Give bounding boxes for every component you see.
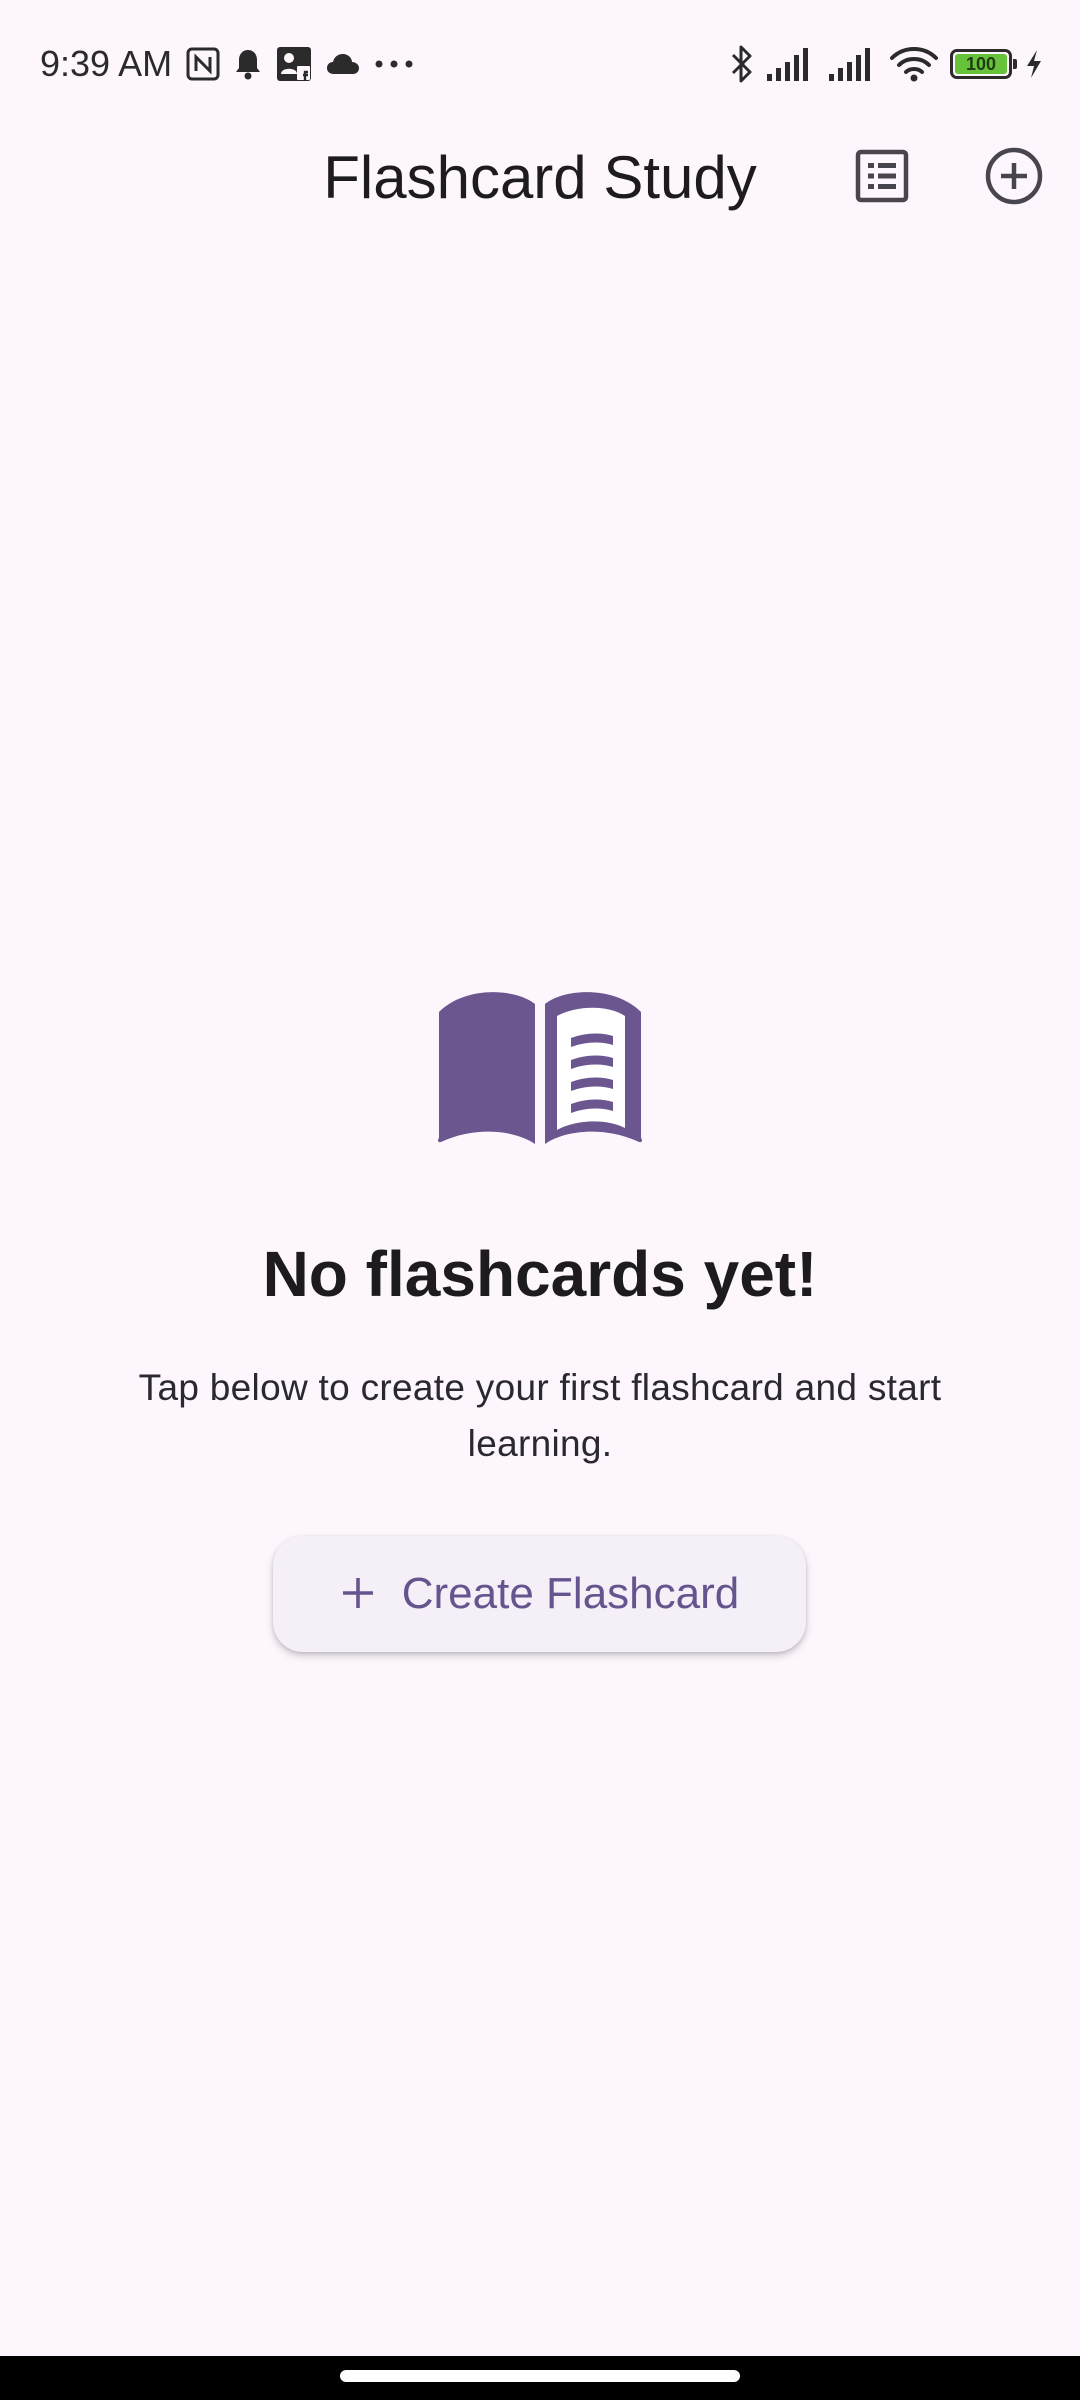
open-book-icon bbox=[435, 980, 645, 1155]
empty-state-heading: No flashcards yet! bbox=[262, 1238, 818, 1310]
home-gesture-handle[interactable] bbox=[340, 2370, 740, 2382]
status-left-icons bbox=[186, 44, 414, 84]
charging-bolt-icon bbox=[1024, 49, 1044, 79]
gesture-nav-bar bbox=[0, 2356, 1080, 2400]
cloud-icon bbox=[326, 52, 360, 76]
notification-bell-icon bbox=[234, 48, 262, 80]
empty-state-subtitle: Tap below to create your first flashcard… bbox=[138, 1367, 942, 1464]
nfc-icon bbox=[186, 47, 220, 81]
create-flashcard-label: Create Flashcard bbox=[401, 1569, 740, 1618]
wifi-icon bbox=[890, 45, 938, 83]
battery-level: 100 bbox=[965, 54, 997, 74]
create-flashcard-button[interactable]: Create Flashcard bbox=[273, 1536, 806, 1652]
app-bar: Flashcard Study bbox=[0, 120, 1080, 236]
signal-icon bbox=[766, 46, 816, 82]
contact-card-icon bbox=[276, 46, 312, 82]
bluetooth-icon bbox=[730, 44, 754, 84]
signal-icon bbox=[828, 46, 878, 82]
more-dots-icon bbox=[374, 59, 414, 69]
battery-icon: 100 bbox=[950, 49, 1017, 79]
add-flashcard-button[interactable] bbox=[974, 138, 1054, 218]
list-view-icon bbox=[854, 148, 910, 209]
status-bar: 9:39 AM 100 bbox=[0, 0, 1080, 120]
list-view-button[interactable] bbox=[842, 138, 922, 218]
status-right-icons: 100 bbox=[730, 42, 1044, 86]
status-time: 9:39 AM bbox=[40, 43, 173, 84]
add-circle-icon bbox=[984, 146, 1044, 211]
plus-icon bbox=[340, 1575, 376, 1614]
